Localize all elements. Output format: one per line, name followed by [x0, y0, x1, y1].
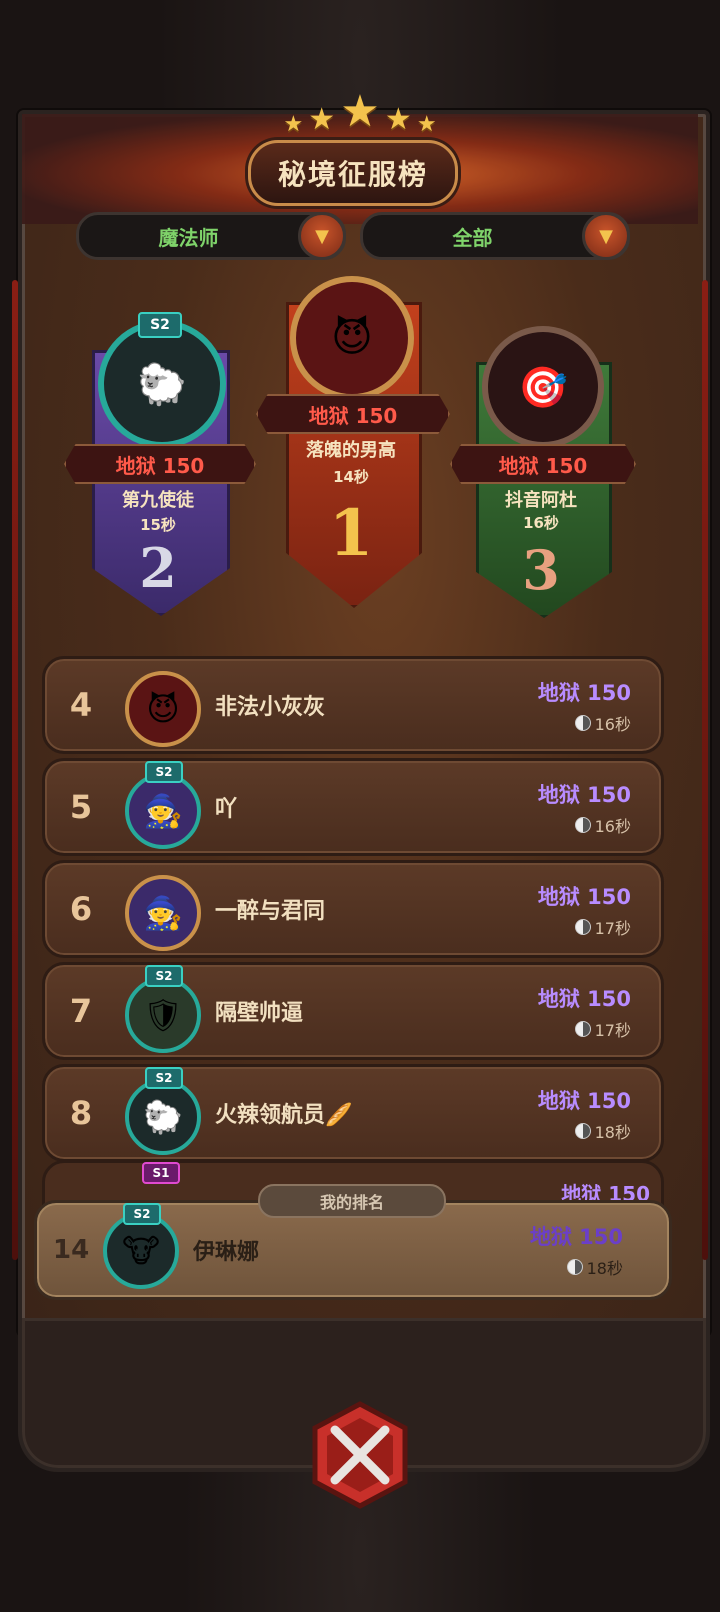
podium-rank-3[interactable]: 🎯 地狱 150 抖音阿杜 16秒 3: [450, 322, 636, 618]
player-avatar: 😈: [125, 671, 201, 747]
player-name: 隔壁帅逼: [215, 1001, 304, 1026]
scope-filter-label: 全部: [452, 225, 493, 250]
clock-icon: [574, 1123, 591, 1139]
player-name: 第九使徒: [122, 490, 194, 511]
player-avatar: 🛡: [125, 977, 201, 1053]
clear-time: 16秒: [574, 711, 631, 735]
star-icon: ★: [384, 102, 412, 137]
player-name: 伊琳娜: [193, 1240, 260, 1265]
rank-number: 8: [69, 1094, 93, 1132]
season-badge: S2: [145, 1067, 183, 1089]
clear-time-value: 17秒: [594, 1021, 631, 1040]
clock-icon: [574, 715, 591, 731]
level-text: 地狱 150: [537, 783, 631, 807]
close-icon: [312, 1401, 408, 1509]
leaderboard-row[interactable]: 6 🧙 一醉与君同 地狱 150 17秒: [42, 860, 664, 958]
podium-rank-1[interactable]: 😈 地狱 150 落魄的男高 14秒 1: [256, 272, 450, 608]
rank-number: 1: [328, 496, 374, 571]
clock-icon: [574, 1021, 591, 1037]
player-avatar: 🎯: [482, 326, 604, 448]
player-avatar: 🧙: [125, 773, 201, 849]
clock-icon: [566, 1259, 583, 1275]
player-name: 火辣领航员🥖: [215, 1103, 353, 1128]
stars-rating: ★ ★ ★ ★ ★: [260, 86, 460, 137]
class-filter-label: 魔法师: [158, 225, 219, 250]
level-text: 地狱 150: [537, 1089, 631, 1113]
level-text: 地狱 150: [537, 987, 631, 1011]
rank-number: 4: [69, 686, 93, 724]
scope-filter-dropdown[interactable]: 全部 ▼: [360, 212, 630, 260]
close-button[interactable]: [302, 1400, 418, 1510]
clear-time: 16秒: [574, 813, 631, 837]
player-name: 吖: [215, 797, 238, 822]
player-avatar: 🐑: [125, 1079, 201, 1155]
leaderboard-row[interactable]: 4 😈 非法小灰灰 地狱 150 16秒: [42, 656, 664, 754]
season-badge: S2: [145, 965, 183, 987]
clear-time-value: 18秒: [594, 1123, 631, 1142]
player-name: 非法小灰灰: [215, 695, 326, 720]
rank-number: 14: [53, 1235, 90, 1265]
rank-number: 3: [522, 538, 560, 602]
star-icon: ★: [340, 86, 380, 137]
leaderboard-row[interactable]: 5 🧙 S2 吖 地狱 150 16秒: [42, 758, 664, 856]
player-name: 抖音阿杜: [505, 490, 577, 511]
clear-time: 18秒: [574, 1119, 631, 1143]
rank-number: 7: [69, 992, 93, 1030]
clear-time: 14秒: [333, 468, 369, 486]
clear-time-value: 17秒: [594, 919, 631, 938]
player-avatar: 🧙: [125, 875, 201, 951]
clock-icon: [574, 919, 591, 935]
star-icon: ★: [308, 102, 336, 137]
podium-rank-2[interactable]: 🐑 S2 地狱 150 第九使徒 15秒 2: [64, 310, 256, 616]
right-side-rail: [702, 280, 708, 1260]
clear-time: 15秒: [140, 516, 176, 534]
player-name: 落魄的男高: [306, 440, 396, 461]
left-side-rail: [12, 280, 18, 1260]
level-text: 地狱 150: [529, 1225, 623, 1249]
chevron-down-icon[interactable]: ▼: [582, 212, 630, 260]
star-icon: ★: [283, 112, 304, 137]
player-name: 一醉与君同: [215, 899, 326, 924]
season-badge: S2: [138, 312, 182, 338]
level-tag: 地狱 150: [256, 394, 450, 434]
clear-time-value: 18秒: [586, 1259, 623, 1278]
season-badge: S2: [123, 1203, 161, 1225]
page-title: 秘境征服榜: [248, 140, 458, 206]
clock-icon: [574, 817, 591, 833]
player-avatar: 😈: [290, 276, 414, 400]
level-tag: 地狱 150: [64, 444, 256, 484]
season-badge: S1: [142, 1162, 180, 1184]
level-text: 地狱 150: [537, 885, 631, 909]
clear-time-value: 16秒: [594, 715, 631, 734]
player-avatar: 🐑: [98, 320, 226, 448]
rank-number: 6: [69, 890, 93, 928]
clear-time: 17秒: [574, 915, 631, 939]
level-tag: 地狱 150: [450, 444, 636, 484]
clear-time: 18秒: [566, 1255, 623, 1279]
class-filter-dropdown[interactable]: 魔法师 ▼: [76, 212, 346, 260]
level-text: 地狱 150: [537, 681, 631, 705]
chevron-down-icon[interactable]: ▼: [298, 212, 346, 260]
clear-time: 16秒: [523, 514, 559, 532]
rank-number: 2: [139, 536, 177, 600]
clear-time: 17秒: [574, 1017, 631, 1041]
season-badge: S2: [145, 761, 183, 783]
star-icon: ★: [416, 112, 437, 137]
leaderboard-row[interactable]: 8 🐑 S2 火辣领航员🥖 地狱 150 18秒: [42, 1064, 664, 1162]
clear-time-value: 16秒: [594, 817, 631, 836]
leaderboard-row[interactable]: 7 🛡 S2 隔壁帅逼 地狱 150 17秒: [42, 962, 664, 1060]
rank-number: 5: [69, 788, 93, 826]
my-rank-label: 我的排名: [258, 1184, 446, 1218]
